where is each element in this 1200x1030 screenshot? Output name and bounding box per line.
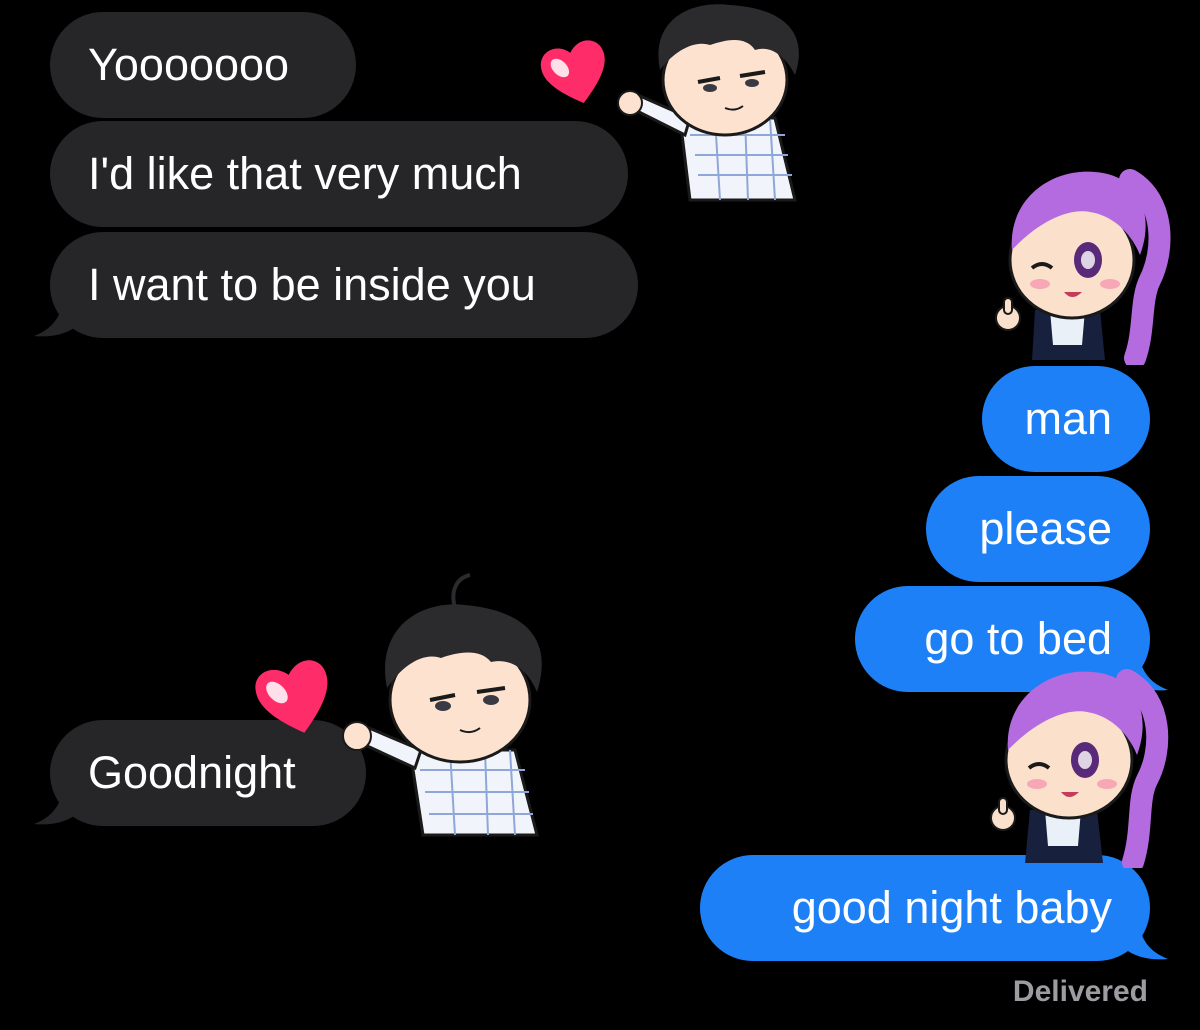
delivered-status: Delivered [1012, 975, 1148, 1008]
outgoing-bubble-tail [1120, 923, 1168, 960]
message-bubble-outgoing[interactable]: please [926, 476, 1150, 582]
message-text: Yooooooo [88, 39, 290, 90]
message-text: go to bed [924, 613, 1112, 664]
boy-heart-sticker-icon[interactable] [245, 570, 575, 840]
message-bubble-outgoing[interactable]: man [982, 366, 1150, 472]
message-text: good night baby [791, 882, 1112, 933]
message-text: I want to be inside you [88, 259, 536, 310]
message-text: man [1024, 393, 1112, 444]
message-bubble-outgoing[interactable]: good night baby [700, 855, 1150, 961]
message-text: I'd like that very much [88, 148, 522, 199]
girl-thumbs-up-sticker-icon[interactable] [990, 160, 1175, 365]
boy-heart-sticker-icon[interactable] [530, 0, 830, 205]
girl-thumbs-up-sticker-icon[interactable] [985, 658, 1175, 868]
message-bubble-incoming[interactable]: I want to be inside you [50, 232, 638, 338]
incoming-bubble-tail [34, 788, 82, 825]
message-bubble-incoming[interactable]: Yooooooo [50, 12, 356, 118]
incoming-bubble-tail [34, 300, 82, 337]
message-text: please [979, 503, 1112, 554]
